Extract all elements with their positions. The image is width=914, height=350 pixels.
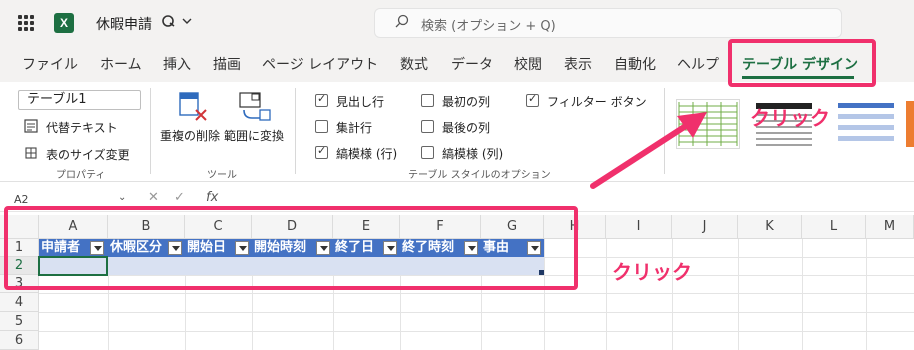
highlight-table-range xyxy=(4,206,578,290)
gridline xyxy=(866,239,867,350)
gridline xyxy=(738,239,739,350)
first-column-label: 最初の列 xyxy=(442,95,491,109)
gridline xyxy=(802,239,803,350)
click-annotation-label: クリック xyxy=(750,106,830,130)
ribbon-separator xyxy=(295,88,296,174)
total-row-checkbox[interactable] xyxy=(315,120,328,133)
row-header[interactable]: 4 xyxy=(0,293,39,312)
last-column-label: 最後の列 xyxy=(442,121,491,135)
resize-table-icon xyxy=(25,147,37,159)
tab-help[interactable]: ヘルプ xyxy=(677,54,719,74)
tab-review[interactable]: 校閲 xyxy=(514,54,542,74)
tab-formulas[interactable]: 数式 xyxy=(400,54,428,74)
row-header[interactable]: 6 xyxy=(0,331,39,350)
column-header[interactable]: L xyxy=(802,215,866,239)
ribbon-separator xyxy=(150,88,151,174)
group-label-properties: プロパティ xyxy=(56,170,106,181)
search-placeholder: 検索 (オプション + Q) xyxy=(421,19,556,34)
insert-function-icon[interactable]: fx xyxy=(206,190,218,205)
banded-rows-checkbox[interactable] xyxy=(315,144,328,159)
header-row-label: 見出し行 xyxy=(336,95,385,109)
tab-page-layout[interactable]: ページ レイアウト xyxy=(262,54,378,74)
resize-table-button[interactable]: 表のサイズ変更 xyxy=(46,146,130,163)
tab-draw[interactable]: 描画 xyxy=(213,54,241,74)
column-header[interactable]: K xyxy=(738,215,802,239)
total-row-label: 集計行 xyxy=(336,121,373,135)
tab-view[interactable]: 表示 xyxy=(564,54,592,74)
gridline xyxy=(606,239,607,350)
search-icon xyxy=(395,14,409,28)
column-header[interactable]: M xyxy=(866,215,914,239)
gridline xyxy=(39,312,914,313)
remove-duplicates-icon xyxy=(179,92,207,121)
table-style-orange[interactable] xyxy=(906,101,914,147)
alt-text-icon xyxy=(24,119,38,133)
group-label-tools: ツール xyxy=(207,170,237,181)
app-launcher-icon[interactable] xyxy=(18,15,34,31)
excel-logo-icon: X xyxy=(54,13,74,33)
alt-text-button[interactable]: 代替テキスト xyxy=(46,119,118,136)
column-header[interactable]: J xyxy=(672,215,738,239)
header-row-checkbox[interactable] xyxy=(315,92,328,107)
first-column-checkbox[interactable] xyxy=(421,94,434,107)
gridline xyxy=(39,293,914,294)
remove-duplicates-button[interactable]: 重複の削除 xyxy=(160,127,220,144)
banded-rows-label: 縞模様 (行) xyxy=(336,147,398,161)
banded-columns-label: 縞模様 (列) xyxy=(442,147,504,161)
tab-insert[interactable]: 挿入 xyxy=(163,54,191,74)
column-header[interactable]: I xyxy=(606,215,672,239)
autosave-chevron-icon[interactable] xyxy=(161,13,195,33)
tab-file[interactable]: ファイル xyxy=(22,54,78,74)
search-box[interactable]: 検索 (オプション + Q) xyxy=(374,8,842,38)
table-name-input[interactable]: テーブル1 xyxy=(18,90,141,110)
tab-automate[interactable]: 自動化 xyxy=(614,54,656,74)
gridline xyxy=(39,331,914,332)
tab-data[interactable]: データ xyxy=(451,54,493,74)
row-header[interactable]: 5 xyxy=(0,312,39,331)
convert-to-range-icon xyxy=(239,92,271,121)
highlight-table-design-tab xyxy=(728,39,876,87)
annotation-arrow xyxy=(590,112,707,189)
name-box-chevron-icon[interactable]: ⌄ xyxy=(118,192,126,203)
last-column-checkbox[interactable] xyxy=(421,120,434,133)
filter-button-checkbox[interactable] xyxy=(526,92,539,107)
cancel-icon[interactable]: ✕ xyxy=(148,190,159,205)
document-title[interactable]: 休暇申請 xyxy=(96,14,152,34)
group-label-style-options: テーブル スタイルのオプション xyxy=(408,170,551,181)
enter-icon[interactable]: ✓ xyxy=(174,190,185,205)
convert-to-range-button[interactable]: 範囲に変換 xyxy=(224,127,284,144)
banded-columns-checkbox[interactable] xyxy=(421,146,434,159)
table-style-blue[interactable] xyxy=(834,101,898,147)
tab-home[interactable]: ホーム xyxy=(100,54,142,74)
click-annotation-label: クリック xyxy=(612,260,692,284)
